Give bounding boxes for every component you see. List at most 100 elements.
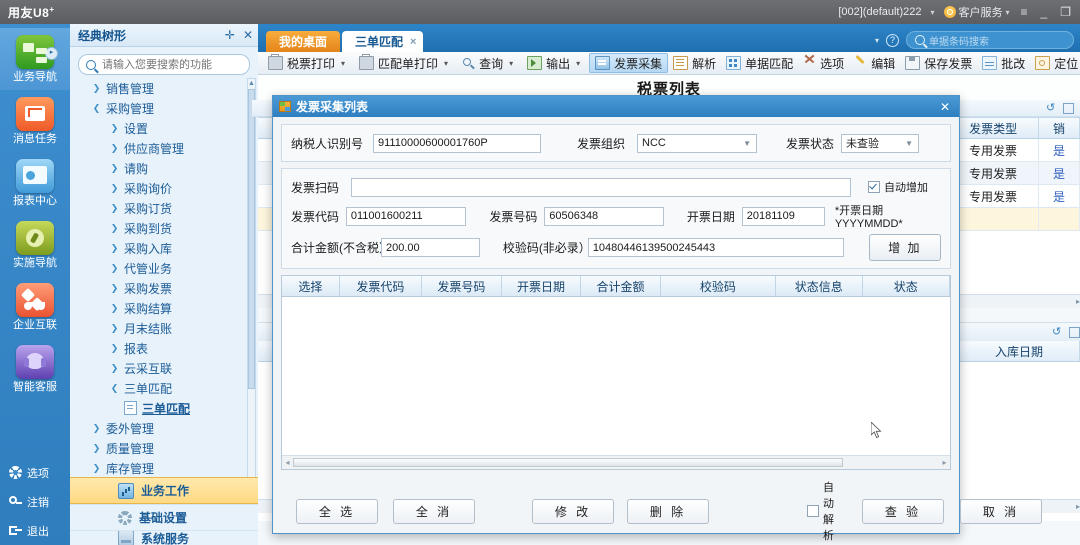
chevron-down-icon[interactable]: ▾: [444, 59, 448, 68]
auto-parse-checkbox[interactable]: 自动解析: [807, 479, 834, 543]
tree-item-reports[interactable]: ❯ 报表: [70, 338, 258, 358]
restore-button[interactable]: ❐: [1058, 5, 1073, 19]
tree-scrollbar[interactable]: ▲ ▼: [247, 78, 256, 494]
dialog-grid-header-invoice-code[interactable]: 发票代码: [340, 276, 423, 296]
tree-item-purchase-inbound[interactable]: ❯ 采购入库: [70, 238, 258, 258]
tree-item-purchase-inquiry[interactable]: ❯ 采购询价: [70, 178, 258, 198]
tab-my-desktop[interactable]: 我的桌面: [266, 31, 341, 52]
grid-header-inbound-date[interactable]: 入库日期: [959, 341, 1080, 361]
sidebar-exit-button[interactable]: 退出: [0, 516, 70, 545]
cell-sales[interactable]: 是: [1039, 185, 1080, 207]
dialog-grid-header-checkcode[interactable]: 校验码: [661, 276, 777, 296]
tree-item-three-way-match[interactable]: 三单匹配: [70, 398, 258, 418]
dialog-grid-header-status[interactable]: 状态: [863, 276, 951, 296]
delete-button[interactable]: 删 除: [627, 498, 709, 524]
close-icon[interactable]: ✕: [243, 28, 253, 42]
menu-button[interactable]: ≡: [1019, 5, 1030, 19]
toolbar-button-invoice-collect[interactable]: 发票采集: [589, 53, 669, 73]
invoice-org-select[interactable]: NCC ▼: [637, 133, 757, 153]
invoice-code-input[interactable]: 011001600211: [345, 206, 467, 226]
global-search-box[interactable]: 单据条码搜索: [906, 31, 1074, 49]
dialog-grid-header-invoice-date[interactable]: 开票日期: [502, 276, 582, 296]
tree-item-purchase-invoice[interactable]: ❯ 采购发票: [70, 278, 258, 298]
scroll-left-icon[interactable]: ◂: [282, 458, 293, 467]
scan-input[interactable]: [351, 177, 851, 197]
sidebar-item-message-task[interactable]: 消息任务: [0, 90, 70, 152]
grid-header-invoice-type[interactable]: 发票类型: [948, 118, 1040, 138]
grid-options-icon[interactable]: [1069, 326, 1080, 338]
nav-search-input[interactable]: [100, 57, 244, 72]
sidebar-item-implementation-nav[interactable]: 实施导航: [0, 214, 70, 276]
add-button[interactable]: 增 加: [868, 234, 941, 261]
scroll-right-icon[interactable]: ▸: [939, 458, 950, 467]
toolbar-button-doc-match[interactable]: 单据匹配: [721, 53, 798, 73]
tree-item-supplier-management[interactable]: ❯ 供应商管理: [70, 138, 258, 158]
tree-item-sales-management[interactable]: ❯ 销售管理: [70, 78, 258, 98]
dialog-grid-horizontal-scrollbar[interactable]: ◂ ▸: [282, 455, 950, 469]
refresh-icon[interactable]: ↺: [1052, 326, 1063, 338]
modify-button[interactable]: 修 改: [532, 498, 614, 524]
tree-item-purchase-order[interactable]: ❯ 采购订货: [70, 198, 258, 218]
auto-add-checkbox[interactable]: 自动增加: [868, 179, 928, 195]
toolbar-button-options[interactable]: 选项: [798, 53, 849, 73]
nav-search-box[interactable]: [78, 54, 250, 75]
refresh-icon[interactable]: ↺: [1046, 102, 1057, 114]
dialog-grid-header-invoice-number[interactable]: 发票号码: [422, 276, 502, 296]
dialog-grid-header-status-info[interactable]: 状态信息: [776, 276, 863, 296]
tab-three-way-match[interactable]: 三单匹配 ×: [342, 31, 424, 52]
tree-item-purchase-settlement[interactable]: ❯ 采购结算: [70, 298, 258, 318]
tree-item-outsourcing-management[interactable]: ❯ 委外管理: [70, 418, 258, 438]
dialog-grid-header-select[interactable]: 选择: [282, 276, 340, 296]
sidebar-options-button[interactable]: 选项: [0, 458, 70, 487]
chevron-down-icon[interactable]: ▾: [509, 59, 513, 68]
sidebar-item-smart-service[interactable]: 智能客服: [0, 338, 70, 400]
account-chevron-down-icon[interactable]: ▾: [931, 8, 935, 17]
invoice-status-select[interactable]: 未查验 ▼: [841, 133, 919, 153]
cancel-button[interactable]: 取 消: [960, 498, 1042, 524]
tree-item-settings[interactable]: ❯ 设置: [70, 118, 258, 138]
grid-header-sales[interactable]: 销: [1039, 118, 1080, 138]
tree-item-three-way-match-group[interactable]: ❮ 三单匹配: [70, 378, 258, 398]
verify-button[interactable]: 查 验: [862, 498, 944, 524]
cell-sales[interactable]: 是: [1039, 162, 1080, 184]
sidebar-logout-button[interactable]: 注销: [0, 487, 70, 516]
toolbar-button-query[interactable]: 查询 ▾: [457, 53, 518, 73]
nav-bottom-item-system-service[interactable]: 系统服务: [70, 530, 258, 545]
select-all-button[interactable]: 全 选: [296, 498, 378, 524]
tree-item-inventory-management[interactable]: ❯ 库存管理: [70, 458, 258, 478]
scrollbar-thumb[interactable]: [248, 89, 255, 389]
toolbar-button-parse[interactable]: 解析: [668, 53, 721, 73]
grid-options-icon[interactable]: [1063, 102, 1074, 114]
customer-service-button[interactable]: 客户服务 ▾: [943, 4, 1010, 20]
amount-input[interactable]: 200.00: [381, 238, 480, 257]
taxpayer-id-input[interactable]: 91110000600001760P: [373, 133, 541, 153]
checkcode-input[interactable]: 10480446139500245443: [587, 238, 844, 257]
pin-icon[interactable]: ✛: [225, 28, 235, 42]
clear-all-button[interactable]: 全 消: [393, 498, 475, 524]
invoice-date-input[interactable]: 20181109: [741, 206, 825, 226]
sidebar-item-report-center[interactable]: 报表中心: [0, 152, 70, 214]
scrollbar-thumb[interactable]: [293, 458, 843, 467]
minimize-button[interactable]: _: [1039, 5, 1050, 19]
invoice-number-input[interactable]: 60506348: [544, 206, 664, 226]
tree-item-requisition[interactable]: ❯ 请购: [70, 158, 258, 178]
tree-item-purchase-arrival[interactable]: ❯ 采购到货: [70, 218, 258, 238]
sidebar-item-enterprise-link[interactable]: 企业互联: [0, 276, 70, 338]
toolbar-button-tax-invoice-print[interactable]: 税票打印 ▾: [263, 53, 350, 73]
chevron-down-icon[interactable]: ▾: [576, 59, 580, 68]
tree-item-cloud-purchase-link[interactable]: ❯ 云采互联: [70, 358, 258, 378]
toolbar-button-output[interactable]: 输出 ▾: [522, 53, 585, 73]
scroll-up-icon[interactable]: ▲: [248, 79, 255, 88]
sidebar-item-business-nav[interactable]: ▸ 业务导航: [0, 28, 70, 90]
dialog-grid-header-amount[interactable]: 合计金额: [581, 276, 661, 296]
help-icon[interactable]: ?: [886, 33, 899, 47]
tab-overflow-chevron-down-icon[interactable]: ▾: [875, 36, 879, 45]
cell-sales[interactable]: 是: [1039, 139, 1080, 161]
tree-item-month-end-closing[interactable]: ❯ 月末结账: [70, 318, 258, 338]
dialog-close-button[interactable]: ✕: [937, 100, 953, 114]
nav-bottom-item-basic-settings[interactable]: 基础设置: [70, 504, 258, 530]
tree-item-quality-management[interactable]: ❯ 质量管理: [70, 438, 258, 458]
toolbar-button-edit[interactable]: 编辑: [849, 53, 900, 73]
tree-item-consignment[interactable]: ❯ 代管业务: [70, 258, 258, 278]
chevron-down-icon[interactable]: ▾: [341, 59, 345, 68]
